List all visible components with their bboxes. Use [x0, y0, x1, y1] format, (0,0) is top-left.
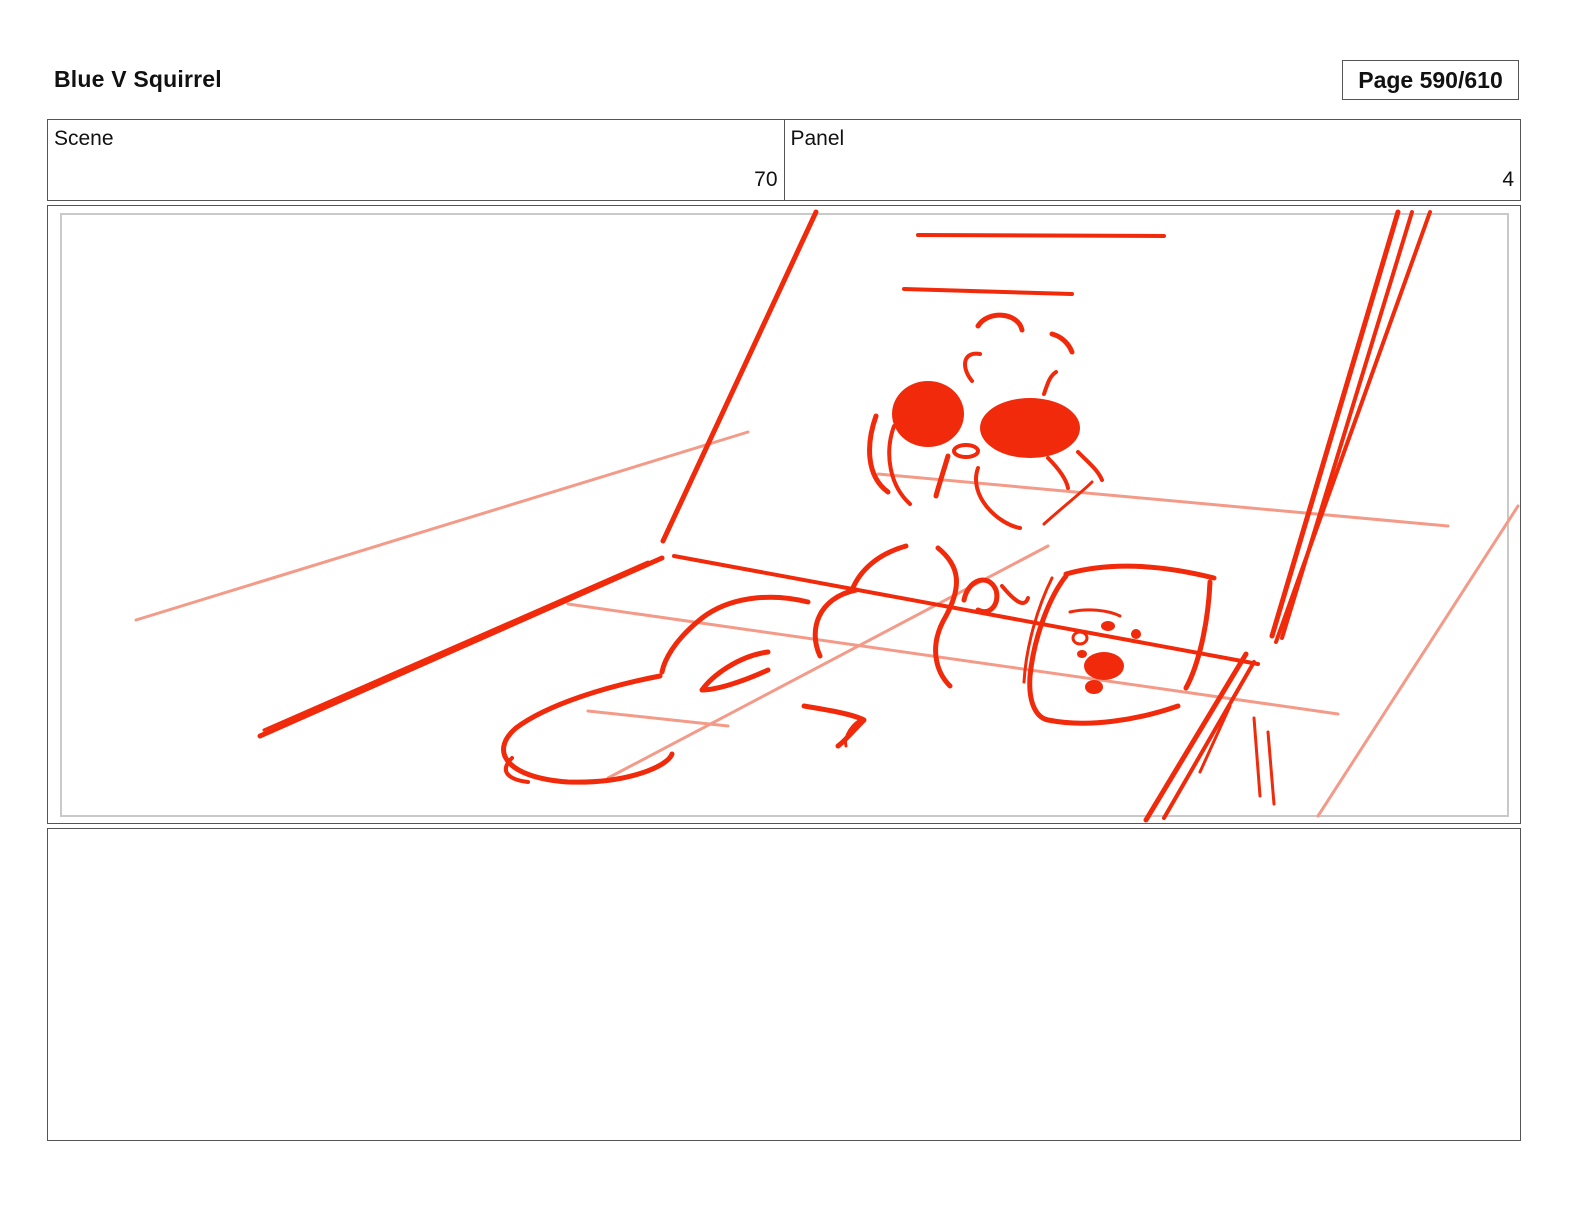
perspective-guide-lines	[134, 430, 1520, 818]
panel-notes-area	[47, 828, 1521, 1141]
storyboard-sketch	[134, 209, 1520, 823]
scene-cell: Scene 70	[48, 120, 784, 200]
scene-panel-info-row: Scene 70 Panel 4	[47, 119, 1521, 201]
panel-label: Panel	[790, 127, 845, 150]
storyboard-title: Blue V Squirrel	[54, 66, 222, 92]
panel-cell: Panel 4	[783, 120, 1521, 200]
scene-number: 70	[754, 168, 778, 191]
storyboard-panel-frame	[47, 205, 1521, 824]
sketch-lines	[257, 209, 1432, 823]
panel-number: 4	[1502, 168, 1514, 191]
sketch-fills	[892, 381, 1141, 694]
scene-label: Scene	[54, 127, 114, 150]
page-number: Page 590/610	[1342, 60, 1519, 100]
